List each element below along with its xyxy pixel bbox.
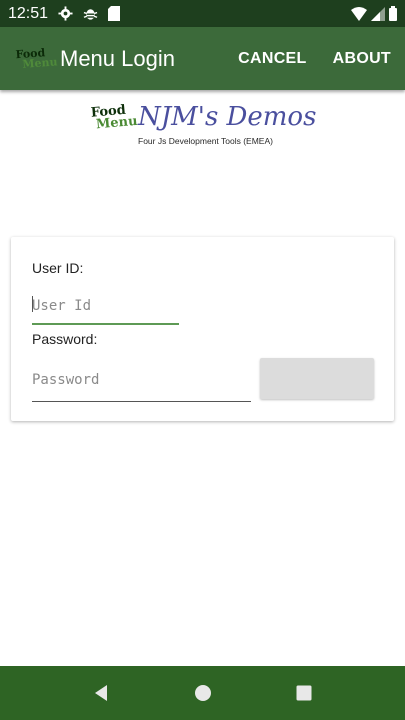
app-logo: Food Menu — [15, 39, 58, 77]
password-label: Password: — [32, 331, 98, 347]
login-button[interactable] — [260, 358, 374, 399]
brand-banner: Food Menu NJM's Demos Four Js Developmen… — [90, 102, 322, 150]
status-time: 12:51 — [8, 4, 49, 22]
brand-subtitle: Four Js Development Tools (EMEA) — [138, 136, 273, 146]
brand-title: NJM's Demos — [138, 102, 317, 132]
signal-icon — [371, 6, 385, 21]
back-icon[interactable] — [92, 684, 110, 702]
app-logo-line2: Menu — [21, 54, 58, 71]
brand-logo: Food Menu — [90, 103, 139, 143]
navigation-bar — [0, 666, 405, 720]
about-button[interactable]: ABOUT — [327, 44, 397, 74]
wifi-icon — [351, 6, 367, 21]
status-bar: 12:51 — [0, 0, 405, 27]
login-card: User ID: Password: — [11, 237, 394, 421]
userid-input[interactable] — [32, 295, 179, 325]
gear-icon — [58, 6, 73, 21]
home-icon[interactable] — [194, 684, 212, 702]
status-right — [351, 6, 397, 21]
app-title: Menu Login — [60, 45, 175, 71]
brand-logo-line2: Menu — [95, 113, 139, 133]
text-caret — [32, 296, 33, 312]
bug-icon — [83, 6, 98, 21]
userid-label: User ID: — [32, 260, 84, 276]
password-input[interactable] — [32, 365, 251, 402]
sd-card-icon — [108, 6, 121, 21]
cancel-button[interactable]: CANCEL — [232, 44, 312, 74]
status-left: 12:51 — [8, 4, 121, 23]
app-bar: Food Menu Menu Login CANCEL ABOUT — [0, 27, 405, 90]
recents-icon[interactable] — [295, 684, 313, 702]
battery-icon — [389, 6, 397, 21]
